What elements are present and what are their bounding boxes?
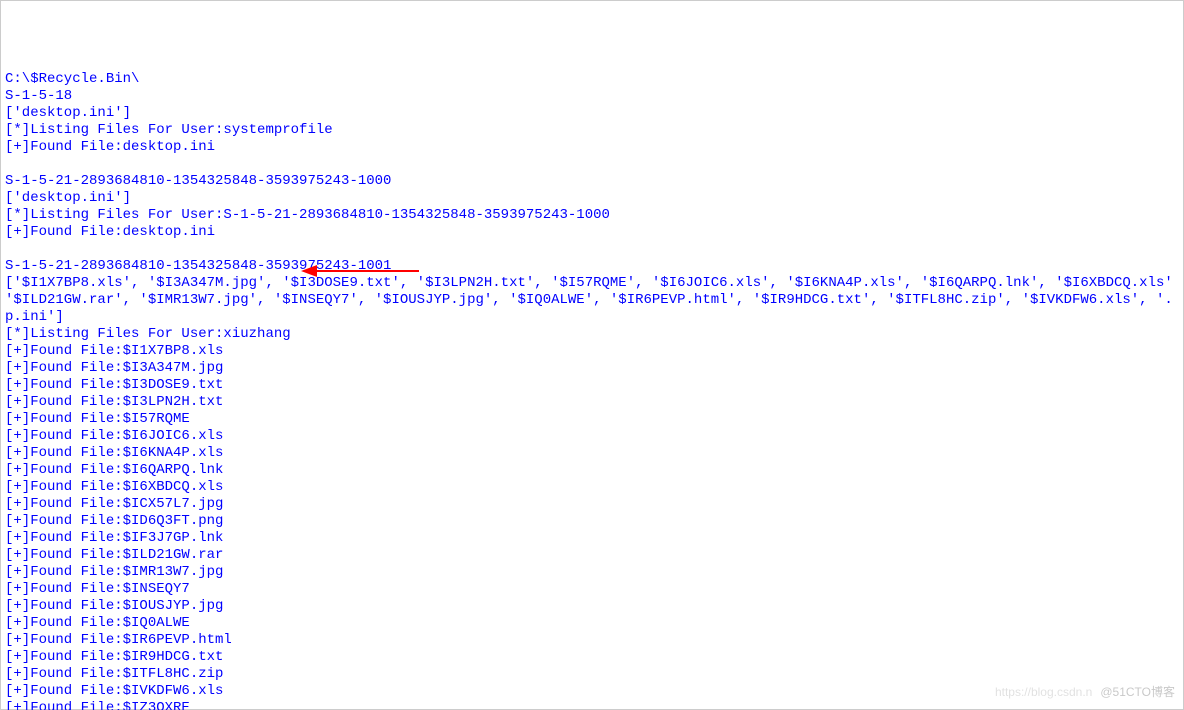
found-file-line: [+]Found File:$I6JOIC6.xls <box>5 428 1179 445</box>
sid-line: S-1-5-21-2893684810-1354325848-359397524… <box>5 258 1179 275</box>
found-file-line: [+]Found File:$IF3J7GP.lnk <box>5 530 1179 547</box>
found-file-line: [+]Found File:$ITFL8HC.zip <box>5 666 1179 683</box>
found-file-line: [+]Found File:$ICX57L7.jpg <box>5 496 1179 513</box>
found-file-line: [+]Found File:$I6QARPQ.lnk <box>5 462 1179 479</box>
found-file-line: [+]Found File:$INSEQY7 <box>5 581 1179 598</box>
found-file-line: [+]Found File:$IOUSJYP.jpg <box>5 598 1179 615</box>
watermark-right: @51CTO博客 <box>1100 685 1175 699</box>
path-header: C:\$Recycle.Bin\ <box>5 71 1179 88</box>
found-file-line: [+]Found File:$ILD21GW.rar <box>5 547 1179 564</box>
array-line: ['$I1X7BP8.xls', '$I3A347M.jpg', '$I3DOS… <box>5 275 1179 292</box>
array-line: p.ini'] <box>5 309 1179 326</box>
sid-line: S-1-5-18 <box>5 88 1179 105</box>
found-file-line: [+]Found File:$IMR13W7.jpg <box>5 564 1179 581</box>
blank-line <box>5 156 1179 173</box>
console-output: C:\$Recycle.Bin\S-1-5-18['desktop.ini'][… <box>5 71 1179 710</box>
found-file-line: [+]Found File:$ID6Q3FT.png <box>5 513 1179 530</box>
array-line: ['desktop.ini'] <box>5 190 1179 207</box>
found-file-line: [+]Found File:$IR6PEVP.html <box>5 632 1179 649</box>
array-line: '$ILD21GW.rar', '$IMR13W7.jpg', '$INSEQY… <box>5 292 1179 309</box>
listing-line: [*]Listing Files For User:systemprofile <box>5 122 1179 139</box>
found-file-line: [+]Found File:$I3DOSE9.txt <box>5 377 1179 394</box>
blank-line <box>5 241 1179 258</box>
found-file-line: [+]Found File:$I57RQME <box>5 411 1179 428</box>
found-file-line: [+]Found File:desktop.ini <box>5 139 1179 156</box>
found-file-line: [+]Found File:$I3A347M.jpg <box>5 360 1179 377</box>
found-file-line: [+]Found File:desktop.ini <box>5 224 1179 241</box>
found-file-line: [+]Found File:$IQ0ALWE <box>5 615 1179 632</box>
found-file-line: [+]Found File:$I3LPN2H.txt <box>5 394 1179 411</box>
array-line: ['desktop.ini'] <box>5 105 1179 122</box>
found-file-line: [+]Found File:$IR9HDCG.txt <box>5 649 1179 666</box>
found-file-line: [+]Found File:$I1X7BP8.xls <box>5 343 1179 360</box>
found-file-line: [+]Found File:$IZ3OXRE <box>5 700 1179 710</box>
found-file-line: [+]Found File:$I6KNA4P.xls <box>5 445 1179 462</box>
listing-line: [*]Listing Files For User:xiuzhang <box>5 326 1179 343</box>
found-file-line: [+]Found File:$I6XBDCQ.xls <box>5 479 1179 496</box>
sid-line: S-1-5-21-2893684810-1354325848-359397524… <box>5 173 1179 190</box>
watermark-left: https://blog.csdn.n <box>995 685 1092 699</box>
watermark: https://blog.csdn.n @51CTO博客 <box>995 684 1175 701</box>
listing-line: [*]Listing Files For User:S-1-5-21-28936… <box>5 207 1179 224</box>
